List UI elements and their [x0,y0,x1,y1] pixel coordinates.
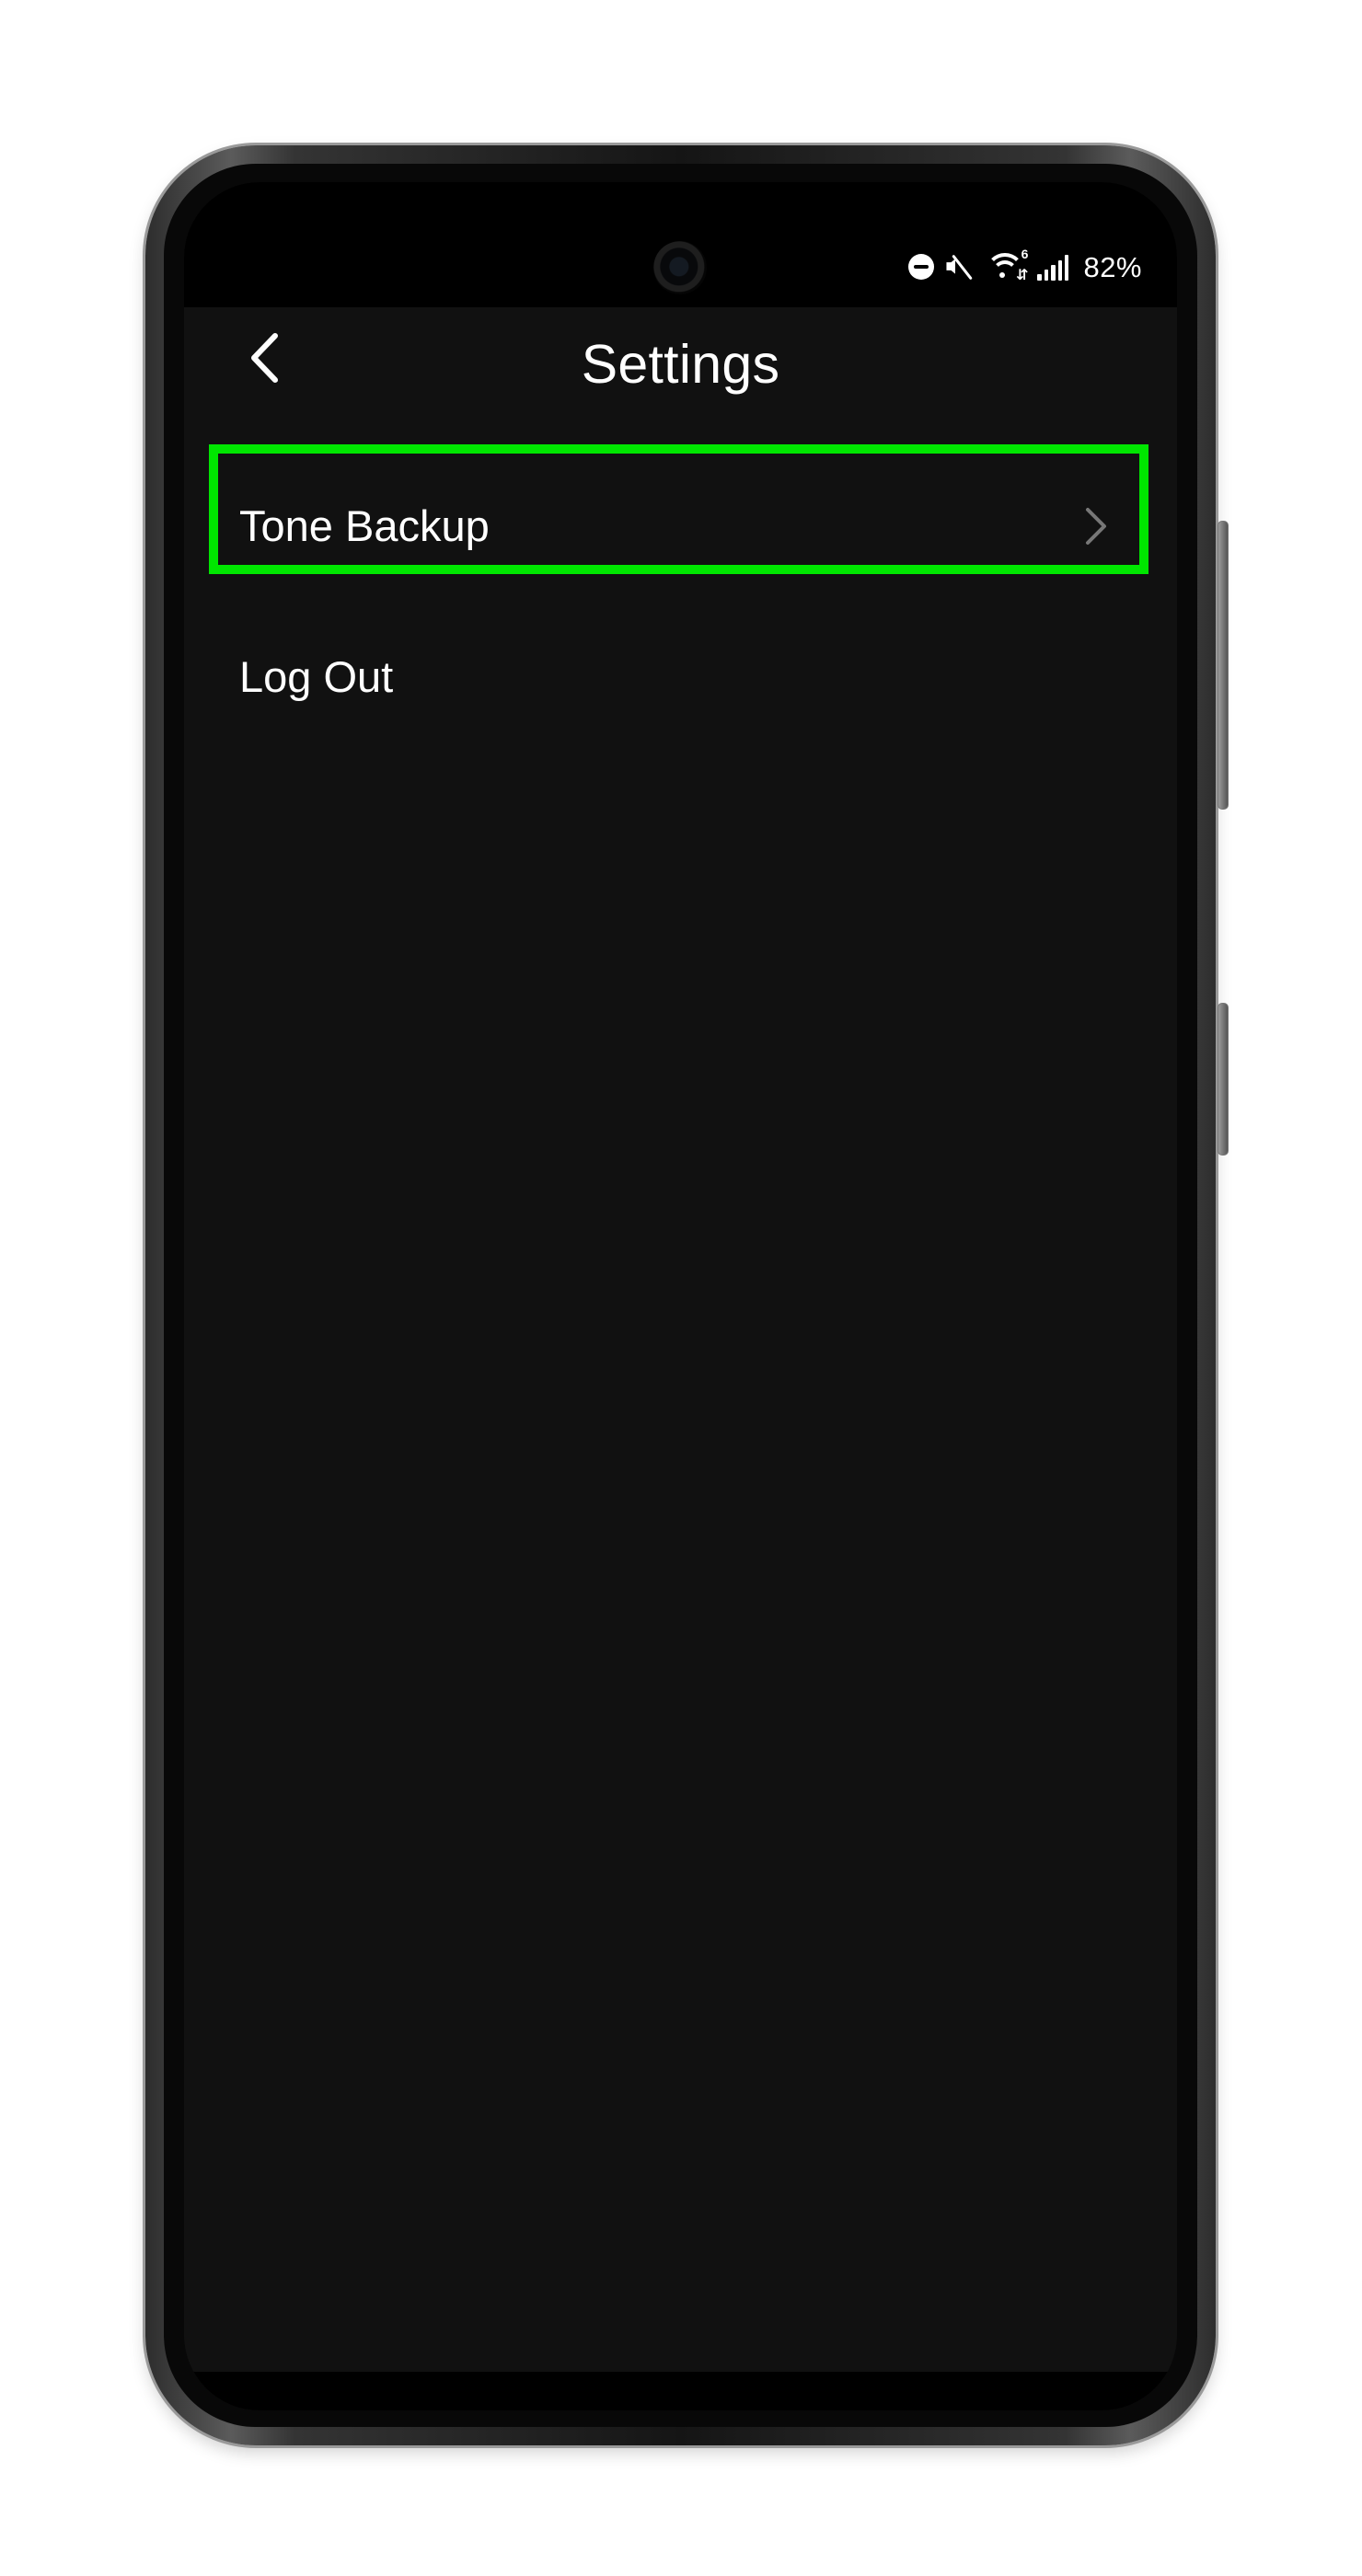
tone-backup-item[interactable]: Tone Backup [184,444,1177,609]
log-out-label: Log Out [239,652,394,701]
tone-backup-label: Tone Backup [239,501,490,550]
mute-icon [943,251,976,282]
signal-icon [1037,253,1069,281]
settings-screen: 6 ⇵ 82% Settings Tone Backup Log Out [184,182,1177,2410]
phone-frame: 6 ⇵ 82% Settings Tone Backup Log Out [145,145,1229,2445]
app-bar: Settings [184,307,1177,438]
settings-list: Tone Backup Log Out [184,444,1177,760]
page-title: Settings [581,334,780,395]
front-camera [653,241,707,294]
wifi-6-label: 6 [1021,247,1029,261]
status-bar: 6 ⇵ 82% [184,182,1177,307]
chevron-right-icon [1086,508,1106,545]
navigation-bar-strip [184,2372,1177,2410]
battery-percentage: 82% [1083,250,1142,283]
power-button [1218,1003,1229,1156]
log-out-item[interactable]: Log Out [184,609,1177,760]
volume-button [1218,521,1229,810]
status-icons: 6 ⇵ 82% [908,247,1142,283]
wifi-6-icon: 6 ⇵ [986,247,1029,283]
do-not-disturb-icon [908,254,935,280]
data-arrows-icon: ⇵ [1016,268,1029,283]
